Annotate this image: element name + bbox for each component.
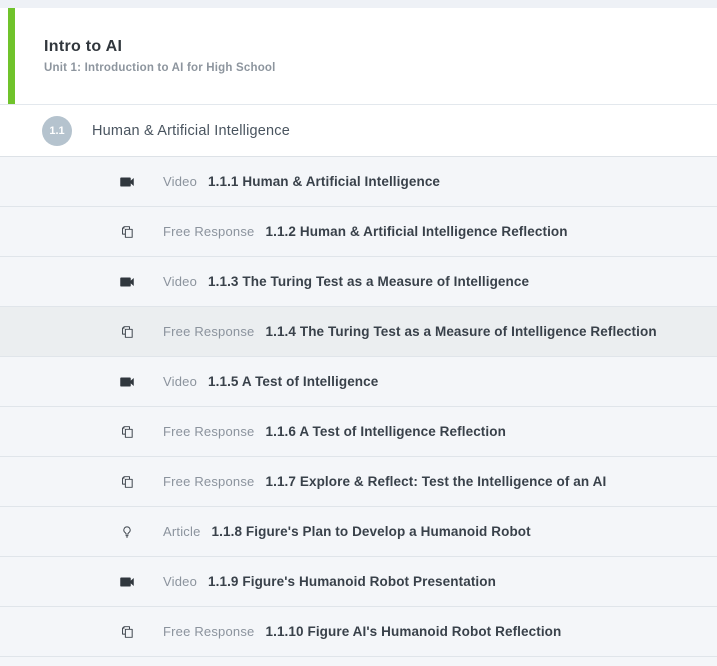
list-item[interactable]: Free Response 1.1.10 Figure AI's Humanoi… [0,607,717,657]
copy-pages-icon [118,323,136,341]
lightbulb-icon [118,523,136,541]
item-title: 1.1.8 Figure's Plan to Develop a Humanoi… [212,524,531,539]
list-item[interactable]: Free Response 1.1.2 Human & Artificial I… [0,207,717,257]
list-item[interactable]: Free Response 1.1.4 The Turing Test as a… [0,307,717,357]
copy-pages-icon [118,473,136,491]
section-number-badge: 1.1 [42,116,72,146]
list-item[interactable]: Video 1.1.1 Human & Artificial Intellige… [0,157,717,207]
course-accent-bar [8,8,15,104]
video-camera-icon [118,373,136,391]
item-type-label: Video [163,174,197,189]
list-item[interactable]: Video 1.1.3 The Turing Test as a Measure… [0,257,717,307]
item-title: 1.1.7 Explore & Reflect: Test the Intell… [265,474,606,489]
list-item[interactable]: Free Response 1.1.7 Explore & Reflect: T… [0,457,717,507]
copy-pages-icon [118,423,136,441]
item-type-label: Video [163,274,197,289]
item-title: 1.1.10 Figure AI's Humanoid Robot Reflec… [265,624,561,639]
course-header: Intro to AI Unit 1: Introduction to AI f… [0,8,717,104]
item-type-label: Free Response [163,624,254,639]
item-title: 1.1.5 A Test of Intelligence [208,374,378,389]
section-title: Human & Artificial Intelligence [92,123,290,139]
item-type-label: Free Response [163,474,254,489]
list-item[interactable]: Video 1.1.5 A Test of Intelligence [0,357,717,407]
item-title: 1.1.6 A Test of Intelligence Reflection [265,424,505,439]
item-title: 1.1.2 Human & Artificial Intelligence Re… [265,224,567,239]
copy-pages-icon [118,623,136,641]
item-type-label: Video [163,574,197,589]
list-item[interactable]: Video 1.1.9 Figure's Humanoid Robot Pres… [0,557,717,607]
item-type-label: Free Response [163,224,254,239]
video-camera-icon [118,173,136,191]
item-title: 1.1.3 The Turing Test as a Measure of In… [208,274,529,289]
lesson-item-list: Video 1.1.1 Human & Artificial Intellige… [0,157,717,666]
video-camera-icon [118,273,136,291]
item-title: 1.1.9 Figure's Humanoid Robot Presentati… [208,574,496,589]
section-header[interactable]: 1.1 Human & Artificial Intelligence [0,104,717,157]
list-item[interactable]: Article 1.1.8 Figure's Plan to Develop a… [0,507,717,557]
next-row-partial [0,657,717,666]
video-camera-icon [118,573,136,591]
list-item[interactable]: Free Response 1.1.6 A Test of Intelligen… [0,407,717,457]
course-title: Intro to AI [44,38,717,56]
top-strip [0,0,717,8]
course-subtitle: Unit 1: Introduction to AI for High Scho… [44,62,717,74]
item-type-label: Free Response [163,424,254,439]
copy-pages-icon [118,223,136,241]
item-type-label: Free Response [163,324,254,339]
item-type-label: Article [163,524,201,539]
item-title: 1.1.4 The Turing Test as a Measure of In… [265,324,656,339]
item-type-label: Video [163,374,197,389]
item-title: 1.1.1 Human & Artificial Intelligence [208,174,440,189]
